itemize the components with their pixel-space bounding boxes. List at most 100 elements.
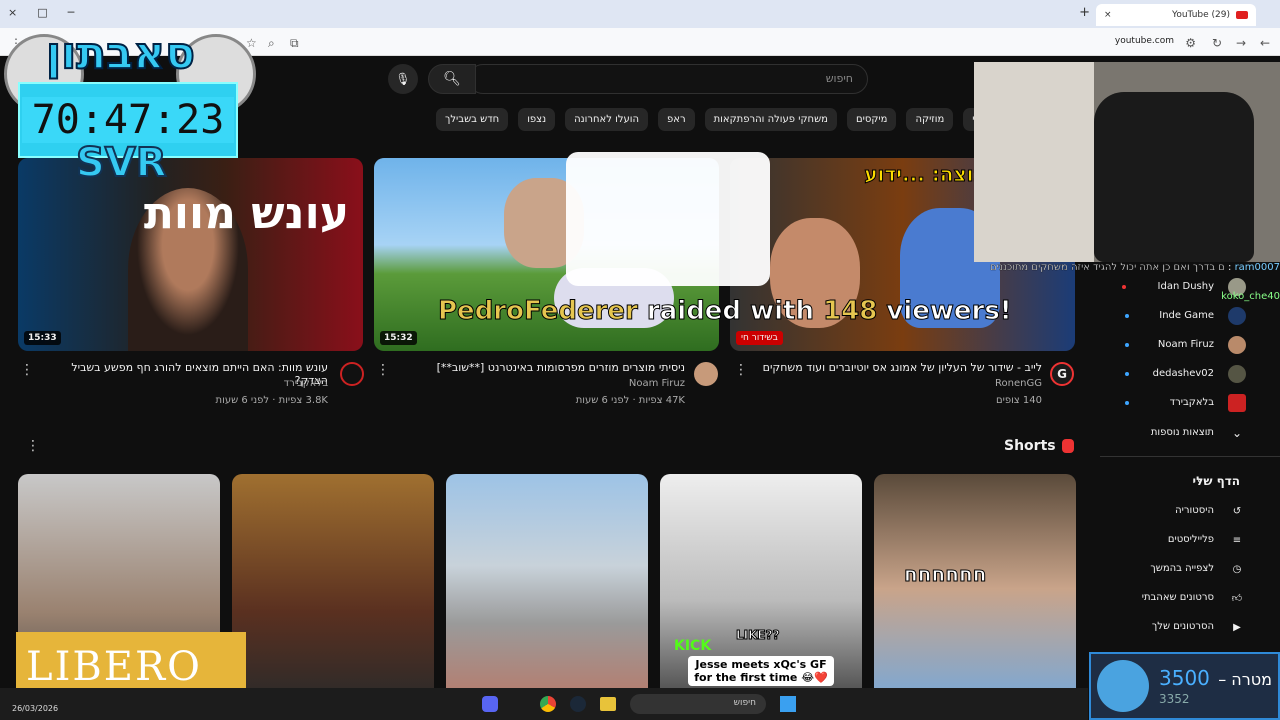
video-menu-icon-1[interactable]: ⋮ bbox=[734, 362, 748, 378]
subathon-logo: סאבתון bbox=[45, 27, 196, 80]
short-caption: Jesse meets xQc's GF for the first time … bbox=[688, 656, 834, 686]
new-content-dot bbox=[1125, 372, 1129, 376]
chip-recently-uploaded[interactable]: הועלו לאחרונה bbox=[565, 108, 649, 131]
chip-rap[interactable]: ראפ bbox=[658, 108, 695, 131]
chat-line: koko_che40 bbox=[976, 291, 1280, 302]
sidebar-item-blackbird[interactable]: בלאקבירד bbox=[1170, 397, 1214, 408]
video-menu-icon-3[interactable]: ⋮ bbox=[20, 362, 34, 378]
duration-badge: 15:32 bbox=[380, 331, 417, 345]
forward-icon[interactable]: → bbox=[1236, 36, 1246, 50]
sidebar-watch-later[interactable]: לצפייה בהמשך bbox=[1150, 563, 1214, 574]
window-close-icon[interactable]: × bbox=[8, 6, 17, 19]
screenshot-icon[interactable]: ⧉ bbox=[290, 36, 299, 51]
clock-icon[interactable]: ◷ bbox=[1228, 560, 1246, 578]
video-meta-1: 140 צופים bbox=[995, 395, 1042, 406]
subathon-timer: 70:47:23 bbox=[21, 97, 235, 143]
sidebar-history[interactable]: היסטוריה bbox=[1175, 505, 1214, 516]
goal-label: מטרה – bbox=[1218, 670, 1272, 689]
taskbar: 26/03/2026 חיפוש bbox=[0, 688, 1088, 720]
bookmark-star-icon[interactable]: ☆ bbox=[246, 36, 257, 50]
chip-music[interactable]: מוזיקה bbox=[906, 108, 954, 131]
goal-avatar bbox=[1097, 660, 1149, 712]
chevron-left-icon: ‹ bbox=[1197, 474, 1202, 487]
video-menu-icon-2[interactable]: ⋮ bbox=[376, 362, 390, 378]
svr-logo: SVR bbox=[75, 139, 168, 187]
date-text: 26/03/2026 bbox=[12, 704, 59, 713]
discord-icon[interactable] bbox=[482, 696, 498, 712]
windows-start-icon[interactable] bbox=[780, 696, 796, 712]
chip-watched[interactable]: נצפו bbox=[518, 108, 556, 131]
tab-title: (29) YouTube bbox=[1172, 10, 1230, 20]
back-icon[interactable]: ← bbox=[1260, 36, 1270, 50]
libero-text: LIBERO bbox=[26, 644, 202, 690]
window-minimize-icon[interactable]: ─ bbox=[68, 6, 75, 19]
thumbs-up-icon[interactable]: 👍︎ bbox=[1228, 589, 1246, 607]
channel-avatar-3[interactable] bbox=[340, 362, 364, 386]
steam-icon[interactable] bbox=[570, 696, 586, 712]
video-title-2[interactable]: ניסיתי מוצרים מוזרים מפרסומות באינטרנט [… bbox=[400, 361, 685, 374]
chevron-down-icon[interactable]: ⌄ bbox=[1228, 424, 1246, 442]
sidebar-item-noam-firuz[interactable]: Noam Firuz bbox=[1158, 339, 1214, 350]
reload-icon[interactable]: ↻ bbox=[1212, 36, 1222, 50]
raid-mid: raided with bbox=[637, 296, 824, 327]
tab-youtube[interactable]: (29) YouTube × bbox=[1096, 4, 1256, 26]
short-3[interactable] bbox=[446, 474, 648, 704]
raid-alert: PedroFederer raided with 148 viewers! bbox=[438, 296, 1013, 327]
video-thumbnail-3[interactable]: עונש מוות 15:33 bbox=[18, 158, 363, 351]
video-channel-1[interactable]: RonenGG bbox=[760, 378, 1042, 389]
short-1[interactable]: חחחחחח bbox=[874, 474, 1076, 704]
avatar bbox=[1228, 394, 1246, 412]
tab-close-icon[interactable]: × bbox=[1104, 10, 1112, 20]
taskbar-search[interactable]: חיפוש bbox=[630, 694, 766, 714]
raid-count: 148 bbox=[823, 296, 878, 327]
url-text[interactable]: youtube.com bbox=[1115, 36, 1174, 46]
history-icon[interactable]: ↺ bbox=[1228, 502, 1246, 520]
search-icon[interactable]: 🔍︎ bbox=[428, 64, 476, 94]
chrome-icon[interactable] bbox=[540, 696, 556, 712]
site-settings-icon[interactable]: ⚙ bbox=[1185, 36, 1196, 50]
avatar bbox=[1228, 336, 1246, 354]
zoom-icon[interactable]: ⌕ bbox=[268, 36, 275, 51]
new-content-dot bbox=[1125, 343, 1129, 347]
mic-icon[interactable]: 🎙︎ bbox=[388, 64, 418, 94]
sidebar-your-videos[interactable]: הסרטונים שלך bbox=[1152, 621, 1214, 632]
shorts-title: Shorts bbox=[1004, 438, 1056, 454]
shorts-icon bbox=[1061, 439, 1074, 453]
video-channel-3[interactable]: בלאקבירד bbox=[40, 378, 328, 389]
new-content-dot bbox=[1125, 314, 1129, 318]
video-meta-3: 3.8K צפיות · לפני 6 שעות bbox=[215, 395, 328, 406]
channel-avatar-2[interactable] bbox=[694, 362, 718, 386]
shorts-header: Shorts bbox=[1004, 438, 1074, 454]
file-explorer-icon[interactable] bbox=[600, 697, 616, 711]
playlist-icon[interactable]: ≡ bbox=[1228, 531, 1246, 549]
youtube-favicon-icon bbox=[1236, 11, 1248, 19]
video-channel-2[interactable]: Noam Firuz bbox=[400, 378, 685, 389]
short-4[interactable] bbox=[232, 474, 434, 704]
window-restore-icon[interactable]: □ bbox=[37, 6, 47, 19]
video-icon[interactable]: ▶ bbox=[1228, 618, 1246, 636]
sidebar-item-dedashev02[interactable]: dedashev02 bbox=[1153, 368, 1214, 379]
chip-mixes[interactable]: מיקסים bbox=[846, 108, 897, 131]
chat-line: ram0007 : ם בדרך ואם כן אתה יכול להגיד א… bbox=[989, 262, 1280, 273]
webcam-chair bbox=[1094, 92, 1254, 262]
new-tab-button[interactable]: + bbox=[1079, 5, 1090, 20]
raid-name: PedroFederer bbox=[438, 296, 639, 327]
sidebar-playlists[interactable]: פלייליסטים bbox=[1168, 534, 1214, 545]
live-badge: בשידור חי bbox=[736, 331, 783, 345]
sidebar-item-inde-game[interactable]: Inde Game bbox=[1159, 310, 1214, 321]
video-title-1[interactable]: לייב - שידור של העליון של אמונג אס יוטיו… bbox=[760, 361, 1042, 374]
sidebar-liked-videos[interactable]: סרטונים שאהבתי bbox=[1142, 592, 1214, 603]
short-2[interactable]: KICK LIKE?? Jesse meets xQc's GF for the… bbox=[660, 474, 862, 704]
channel-avatar-1[interactable]: G bbox=[1050, 362, 1074, 386]
shorts-menu-icon[interactable]: ⋮ bbox=[26, 438, 40, 454]
sidebar-show-more[interactable]: תוצאות נוספות bbox=[1151, 427, 1214, 438]
chat-user: ram0007 bbox=[1234, 262, 1280, 273]
webcam-overlay bbox=[974, 62, 1280, 262]
avatar bbox=[1228, 365, 1246, 383]
chip-new-for-you[interactable]: חדש בשבילך bbox=[436, 108, 509, 131]
window-controls[interactable]: × □ ─ bbox=[8, 6, 74, 19]
sidebar-divider bbox=[1100, 456, 1280, 457]
chip-action-games[interactable]: משחקי פעולה והרפתקאות bbox=[704, 108, 837, 131]
goal-current: 3352 bbox=[1159, 692, 1190, 706]
search-input[interactable]: חיפוש bbox=[468, 64, 868, 94]
